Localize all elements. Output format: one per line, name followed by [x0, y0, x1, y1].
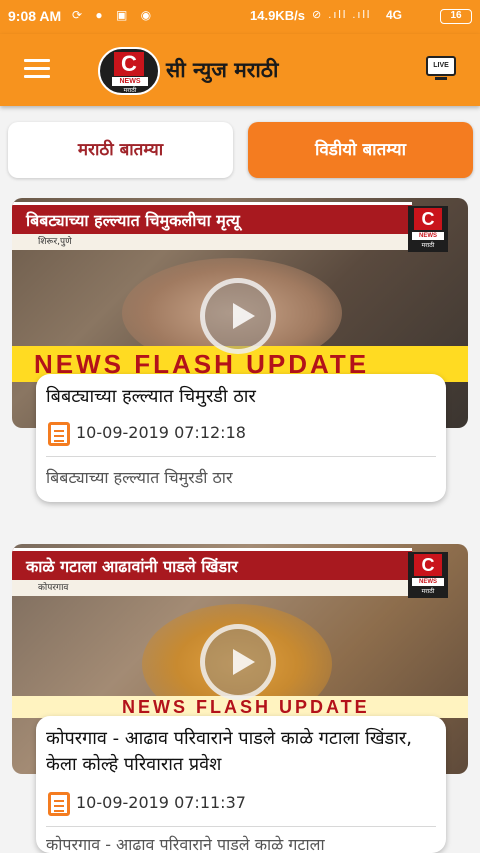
channel-logo: C NEWS मराठी [408, 552, 448, 598]
logo-sub: मराठी [123, 87, 137, 94]
signal-icon: ⊘ .ıll .ıll [312, 9, 372, 21]
video-card[interactable]: बिबट्याच्या हल्ल्यात चिमुकलीचा मृत्यू शि… [12, 198, 468, 508]
video-title: बिबट्याच्या हल्ल्यात चिमुरडी ठार [46, 386, 256, 407]
channel-logo: C NEWS मराठी [408, 206, 448, 252]
status-bar: 9:08 AM ⟳ ● ▣ ◉ 14.9KB/s ⊘ .ıll .ıll 4G … [0, 0, 480, 34]
hamburger-icon[interactable] [24, 59, 50, 79]
thumb-headline: बिबट्याच्या हल्ल्यात चिमुकलीचा मृत्यू [12, 202, 412, 234]
app-bar: C NEWS मराठी सी न्युज मराठी LIVE [0, 34, 480, 106]
tab-marathi-news[interactable]: मराठी बातम्या [8, 122, 233, 178]
notification-icons: ⟳ ● ▣ ◉ [72, 8, 157, 22]
divider [46, 826, 436, 827]
thumb-location: शिरूर,पुणे [12, 234, 412, 250]
network-speed: 14.9KB/s [250, 8, 305, 23]
thumb-headline: काळे गटाला आढावांनी पाडले खिंडार [12, 548, 412, 580]
battery-icon: 16 [440, 9, 472, 24]
video-description: कोपरगाव - आढाव परिवाराने पाडले काळे गटाल… [46, 835, 325, 853]
status-time: 9:08 AM [8, 8, 62, 24]
app-logo: C NEWS मराठी [98, 47, 160, 95]
thumb-location: कोपरगाव [12, 580, 412, 596]
network-type: 4G [386, 8, 403, 22]
divider [46, 456, 436, 457]
video-card[interactable]: काळे गटाला आढावांनी पाडले खिंडार कोपरगाव… [12, 544, 468, 853]
live-tv-icon[interactable]: LIVE [426, 56, 456, 82]
logo-letter: C [114, 52, 144, 76]
calendar-icon [48, 422, 70, 446]
video-info-box[interactable]: कोपरगाव - आढाव परिवाराने पाडले काळे गटाल… [36, 716, 446, 853]
video-info-box[interactable]: बिबट्याच्या हल्ल्यात चिमुरडी ठार 10-09-2… [36, 374, 446, 502]
tab-video-news[interactable]: विडीयो बातम्या [248, 122, 473, 178]
date-text: 10-09-2019 07:11:37 [76, 793, 246, 812]
play-icon[interactable] [200, 278, 276, 354]
live-label: LIVE [426, 56, 456, 76]
video-description: बिबट्याच्या हल्ल्यात चिमुरडी ठार [46, 468, 233, 487]
app-title: सी न्युज मराठी [166, 58, 279, 82]
logo-news: NEWS [112, 77, 148, 86]
video-title: कोपरगाव - आढाव परिवाराने पाडले काळे गटाल… [46, 728, 412, 775]
calendar-icon [48, 792, 70, 816]
play-icon[interactable] [200, 624, 276, 700]
date-text: 10-09-2019 07:12:18 [76, 423, 246, 442]
